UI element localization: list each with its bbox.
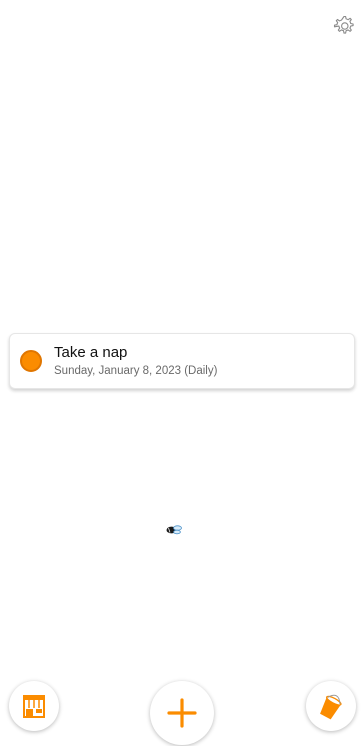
gear-icon xyxy=(333,15,354,34)
task-complete-checkbox[interactable] xyxy=(20,350,42,372)
task-title: Take a nap xyxy=(54,344,128,361)
theme-button[interactable] xyxy=(306,681,356,731)
settings-button[interactable] xyxy=(330,12,358,40)
task-card[interactable]: Take a nap Sunday, January 8, 2023 (Dail… xyxy=(9,333,355,389)
add-task-button[interactable] xyxy=(150,681,214,745)
bee-icon xyxy=(166,525,182,535)
shop-button[interactable] xyxy=(9,681,59,731)
task-subtitle: Sunday, January 8, 2023 (Daily) xyxy=(54,365,218,377)
paint-bucket-icon xyxy=(320,694,342,720)
task-text: Take a nap Sunday, January 8, 2023 (Dail… xyxy=(54,343,217,379)
shop-icon xyxy=(23,695,45,718)
plus-icon xyxy=(167,698,197,728)
